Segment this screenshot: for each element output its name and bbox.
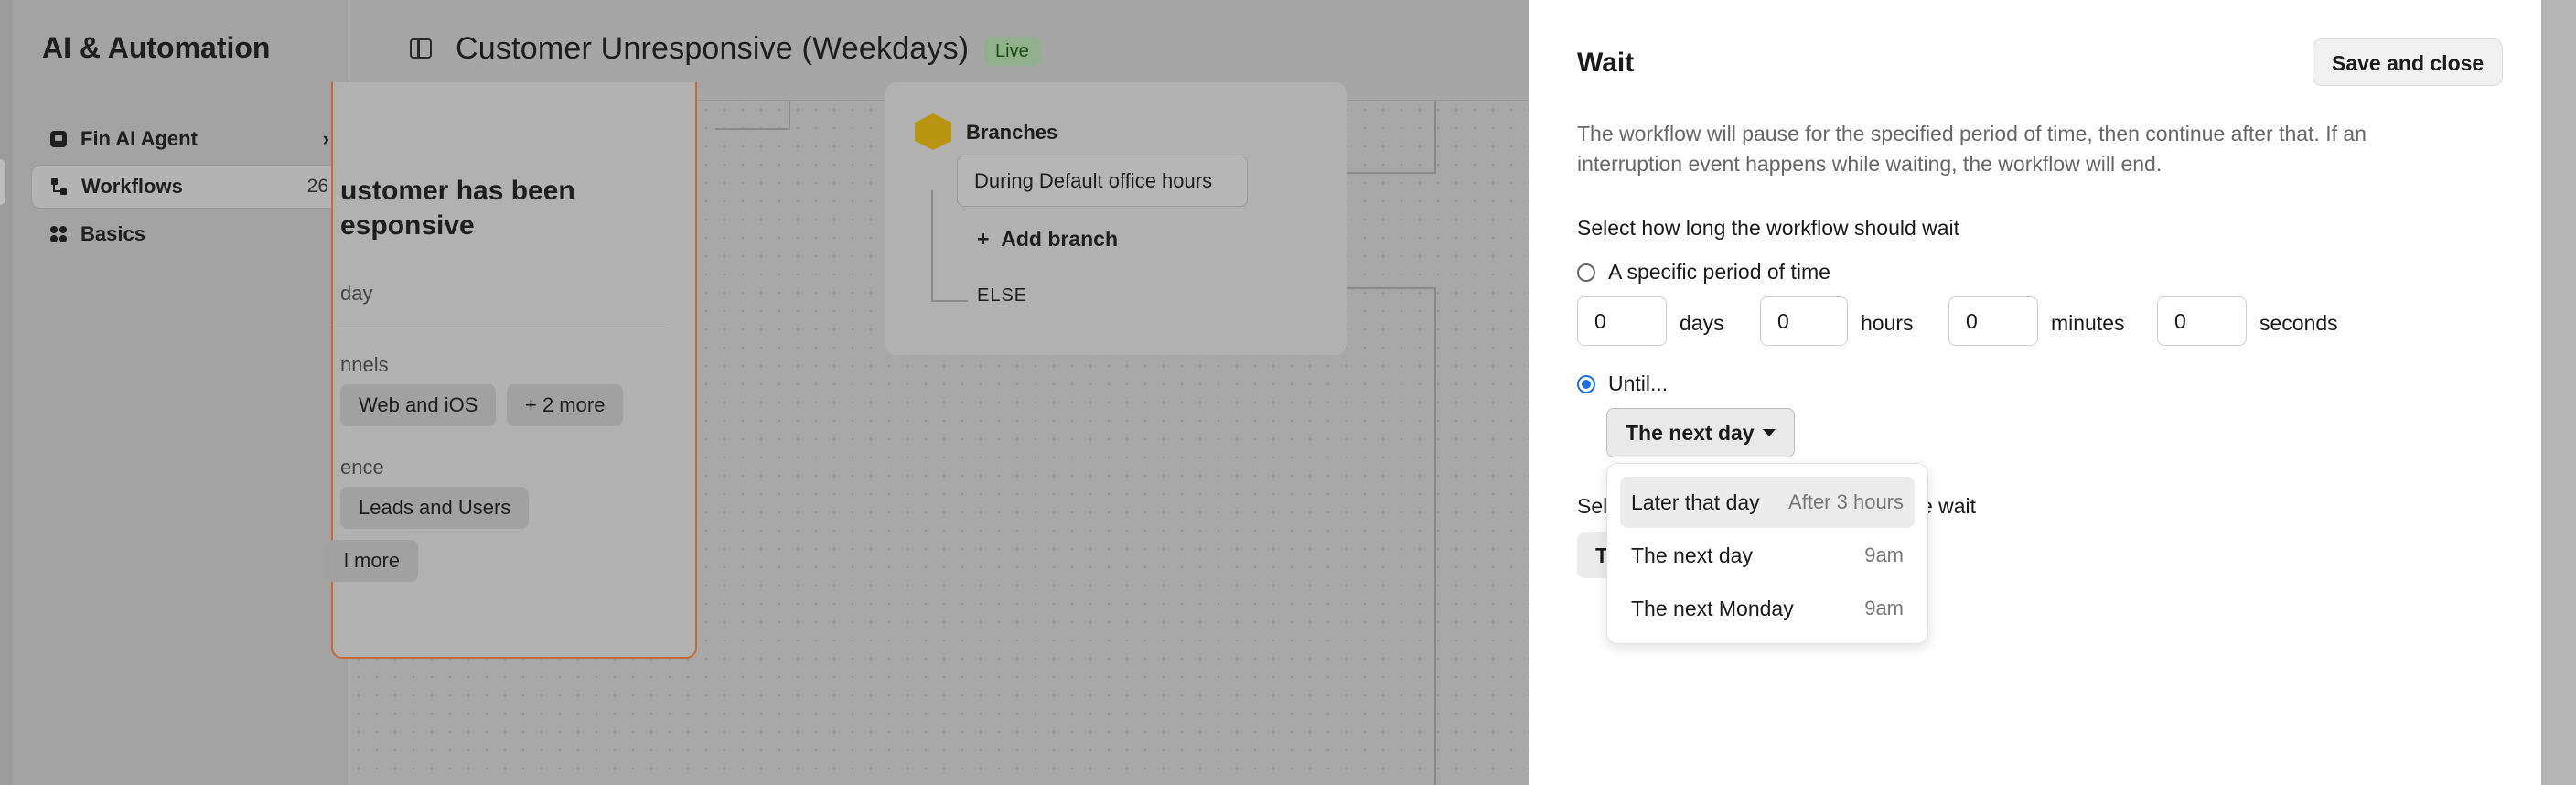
connector-line — [715, 128, 790, 130]
wait-question: Select how long the workflow should wait — [1577, 216, 1960, 240]
menu-item-label: The next Monday — [1631, 596, 1794, 620]
menu-item-hint: 9am — [1864, 597, 1904, 619]
trigger-title-line: ustomer has been — [340, 176, 575, 206]
sidebar: AI & Automation Fin AI Agent › Workflows… — [13, 0, 349, 785]
option-until-row[interactable]: Until... — [1577, 371, 1668, 396]
option-until-label: Until... — [1608, 371, 1669, 395]
until-dropdown[interactable]: The next day — [1606, 408, 1795, 457]
save-and-close-button[interactable]: Save and close — [2313, 38, 2504, 86]
panel-toggle-icon[interactable] — [410, 38, 432, 59]
branch-icon — [915, 113, 951, 150]
until-dropdown-value: The next day — [1626, 421, 1755, 445]
trigger-title-line: esponsive — [340, 210, 475, 241]
trigger-card[interactable]: ustomer has been esponsive day nnels Web… — [326, 82, 697, 659]
workflow-title: Customer Unresponsive (Weekdays) — [456, 31, 970, 66]
sidebar-item-label: Fin AI Agent — [80, 127, 198, 150]
channel-more-chip[interactable]: + 2 more — [507, 384, 624, 426]
hours-unit: hours — [1861, 311, 1914, 335]
connector-line — [789, 101, 790, 128]
menu-item-label: Later that day — [1631, 489, 1760, 514]
sidebar-nav: Fin AI Agent › Workflows 26 Basics — [31, 117, 346, 260]
days-input[interactable]: 0 — [1577, 296, 1667, 346]
grid-icon — [49, 225, 68, 243]
sidebar-item-label: Basics — [80, 222, 145, 245]
days-unit: days — [1680, 311, 1724, 335]
plus-icon: + — [977, 227, 990, 251]
branches-card[interactable]: Branches During Default office hours + A… — [886, 82, 1347, 355]
seconds-unit: seconds — [2259, 311, 2338, 335]
trigger-subtitle: day — [340, 282, 373, 305]
branches-title: Branches — [966, 121, 1058, 144]
left-rail — [0, 0, 13, 785]
app-title: AI & Automation — [42, 31, 271, 64]
hours-input[interactable]: 0 — [1760, 296, 1848, 346]
fin-agent-icon — [49, 130, 68, 148]
menu-item-label: The next day — [1631, 543, 1753, 567]
branch-line — [931, 190, 933, 302]
branch-chip[interactable]: During Default office hours — [957, 156, 1248, 207]
rail-indicator — [0, 159, 5, 205]
wait-panel: Wait Save and close The workflow will pa… — [1530, 0, 2541, 785]
menu-item-later-that-day[interactable]: Later that day After 3 hours — [1620, 477, 1915, 528]
workflow-icon — [50, 177, 69, 196]
sidebar-item-basics[interactable]: Basics — [31, 212, 346, 256]
caret-down-icon — [1763, 429, 1776, 436]
radio-until[interactable] — [1577, 374, 1595, 393]
menu-item-hint: 9am — [1864, 543, 1904, 566]
backdrop-right — [2541, 0, 2576, 785]
trigger-title: ustomer has been esponsive — [340, 174, 575, 243]
branch-line — [931, 300, 968, 302]
option-specific-row[interactable]: A specific period of time — [1577, 260, 1830, 285]
channel-chip[interactable]: Web and iOS — [340, 384, 497, 426]
minutes-input[interactable]: 0 — [1948, 296, 2038, 346]
chevron-right-icon: › — [322, 127, 329, 150]
connector-line — [1434, 289, 1436, 785]
panel-description: The workflow will pause for the specifie… — [1577, 122, 2367, 176]
add-branch-button[interactable]: + Add branch — [977, 227, 1118, 252]
else-label: ELSE — [977, 285, 1028, 306]
connector-line — [1434, 101, 1436, 172]
audience-label: ence — [340, 456, 384, 479]
status-badge: Live — [984, 37, 1040, 66]
menu-item-hint: After 3 hours — [1788, 490, 1904, 513]
add-branch-label: Add branch — [1001, 227, 1118, 251]
sidebar-item-label: Workflows — [81, 175, 183, 198]
seconds-input[interactable]: 0 — [2157, 296, 2247, 346]
sidebar-item-fin-ai-agent[interactable]: Fin AI Agent › — [31, 117, 346, 161]
audience-chip[interactable]: Leads and Users — [340, 487, 530, 529]
workflow-count: 26 — [306, 176, 328, 197]
option-specific-label: A specific period of time — [1608, 260, 1830, 284]
radio-specific[interactable] — [1577, 263, 1595, 282]
minutes-unit: minutes — [2051, 311, 2125, 335]
menu-item-the-next-monday[interactable]: The next Monday 9am — [1620, 583, 1915, 634]
workflow-canvas[interactable]: ustomer has been esponsive day nnels Web… — [326, 82, 1530, 785]
menu-item-the-next-day[interactable]: The next day 9am — [1620, 530, 1915, 581]
audience-more-chip[interactable]: l more — [326, 540, 419, 582]
until-dropdown-menu: Later that day After 3 hours The next da… — [1606, 463, 1928, 644]
channels-label: nnels — [340, 353, 389, 376]
panel-title: Wait — [1577, 48, 1635, 78]
hidden-label-left: Sel — [1577, 494, 1608, 518]
sidebar-item-workflows[interactable]: Workflows 26 — [31, 165, 346, 209]
